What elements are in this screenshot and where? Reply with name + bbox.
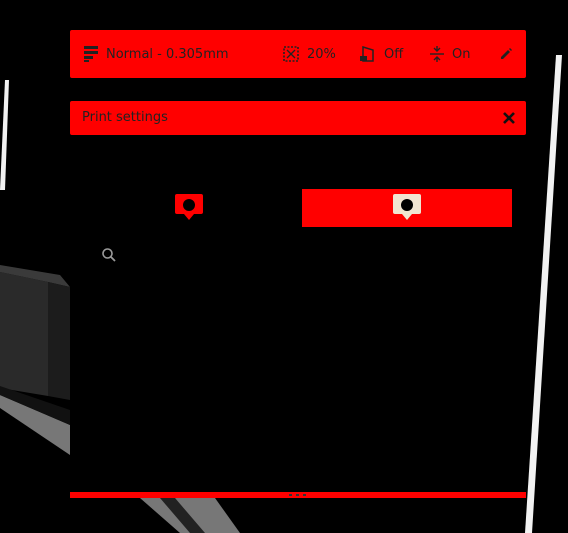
resize-dot bbox=[303, 494, 306, 496]
search-settings-button[interactable] bbox=[101, 247, 117, 263]
profile-summary-label: Normal - 0.305mm bbox=[106, 46, 229, 62]
printer-object-side bbox=[48, 282, 70, 400]
custom-mode-icon bbox=[393, 194, 421, 220]
tab-recommended[interactable] bbox=[70, 189, 302, 227]
close-button[interactable] bbox=[500, 109, 518, 127]
support-summary-label: Off bbox=[384, 46, 404, 62]
build-volume-edge-right bbox=[525, 55, 562, 533]
resize-handle[interactable] bbox=[288, 492, 308, 498]
infill-icon bbox=[283, 46, 299, 62]
print-profile-icon bbox=[84, 46, 98, 62]
pencil-icon bbox=[501, 48, 512, 59]
close-icon bbox=[503, 112, 515, 124]
support-summary: Off bbox=[360, 30, 403, 78]
print-settings-header: Print settings bbox=[70, 101, 526, 135]
adhesion-summary-label: On bbox=[452, 46, 471, 62]
print-setup-summary-bar[interactable]: Normal - 0.305mm 20% Off On bbox=[70, 30, 526, 78]
printer-object-front bbox=[0, 272, 48, 396]
support-icon bbox=[360, 46, 374, 62]
infill-summary-label: 20% bbox=[307, 46, 336, 62]
edit-settings-button[interactable] bbox=[500, 30, 512, 78]
recommended-mode-icon bbox=[175, 194, 203, 220]
resize-dot bbox=[296, 494, 299, 496]
infill-summary: 20% bbox=[283, 30, 336, 78]
cura-window: Normal - 0.305mm 20% Off On Print settin… bbox=[0, 0, 568, 533]
profile-summary: Normal - 0.305mm bbox=[84, 30, 229, 78]
panel-title: Print settings bbox=[82, 110, 168, 125]
adhesion-icon bbox=[430, 46, 444, 62]
tab-custom[interactable] bbox=[302, 189, 512, 227]
build-volume-edge-left bbox=[0, 80, 9, 190]
resize-dot bbox=[289, 494, 292, 496]
search-icon bbox=[102, 248, 116, 262]
adhesion-summary: On bbox=[430, 30, 470, 78]
